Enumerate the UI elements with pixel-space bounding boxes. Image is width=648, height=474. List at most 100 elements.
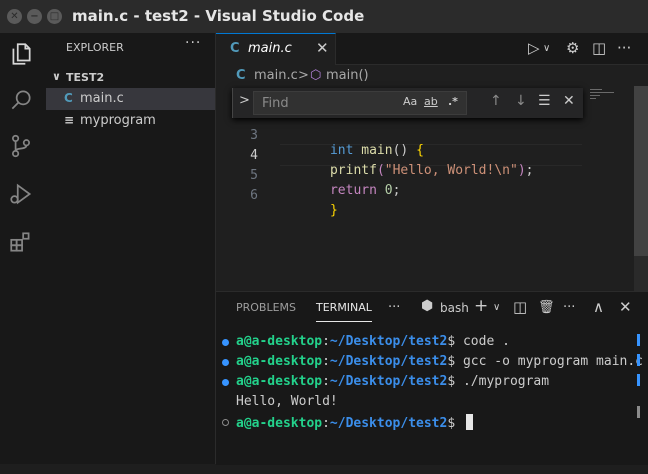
breadcrumb-separator: > [298,68,309,83]
prompt-sign: $ [447,416,463,431]
command-decoration[interactable] [222,339,229,346]
window-maximize-button[interactable]: □ [47,9,62,24]
source-control-icon[interactable] [8,133,38,163]
split-editor-icon[interactable]: ◫ [592,39,606,57]
symbol-method-icon: ⬡ [310,68,322,83]
breadcrumb-file[interactable]: main.c [254,68,298,83]
regex-toggle[interactable]: .* [448,95,458,108]
prompt-path: ~/Desktop/test2 [329,416,448,431]
more-actions-icon[interactable]: ··· [617,39,631,57]
find-close-icon[interactable]: ✕ [563,93,575,109]
terminal-shell-icon: ⬢ [421,298,434,314]
file-label: main.c [80,91,124,106]
prompt-path: ~/Desktop/test2 [329,354,448,369]
terminal-shell-name[interactable]: bash [440,301,469,315]
find-expand-icon[interactable]: > [239,93,250,108]
folder-label: TEST2 [66,71,105,84]
settings-gear-icon[interactable]: ⚙ [566,39,579,57]
editor-scrollbar-thumb[interactable] [634,86,648,256]
command-decoration[interactable] [222,379,229,386]
breadcrumb: C main.c > ⬡ main() [216,66,648,86]
find-input[interactable] [260,94,394,112]
next-match-icon[interactable]: ↓ [515,93,527,109]
search-icon[interactable] [8,87,38,117]
trash-icon[interactable]: 🗑 [538,300,555,315]
window-minimize-button[interactable]: − [27,9,42,24]
match-case-toggle[interactable]: Aa [403,95,417,108]
file-label: myprogram [80,113,156,128]
prompt-user: a@a-desktop [236,416,323,431]
terminal-output[interactable]: a@a-desktop:~/Desktop/test2$ code . a@a-… [222,334,643,439]
explorer-header: EXPLORER [66,41,124,54]
terminal-dropdown-icon[interactable]: ∨ [493,302,500,313]
terminal-scroll-marker [637,406,640,418]
maximize-panel-icon[interactable]: ∧ [593,298,604,316]
explorer-more-button[interactable]: ··· [185,35,201,51]
terminal-line: a@a-desktop:~/Desktop/test2$ [222,414,473,434]
prompt-user: a@a-desktop [236,354,323,369]
terminal-line: a@a-desktop:~/Desktop/test2$ code . [222,334,510,354]
token: 0 [384,183,393,198]
tab-terminal[interactable]: TERMINAL [316,301,372,314]
prompt-colon: : [322,354,330,369]
terminal-line: a@a-desktop:~/Desktop/test2$ gcc -o mypr… [222,354,643,374]
window-title: main.c - test2 - Visual Studio Code [72,7,365,25]
extensions-icon[interactable] [8,229,38,259]
editor-area: C main.c ✕ ▷ ∨ ⚙ ◫ ··· C main.c > ⬡ main… [216,33,648,291]
file-myprogram[interactable]: ≡ myprogram [46,110,215,132]
terminal-line: Hello, World! [222,394,338,414]
run-dropdown-icon[interactable]: ∨ [543,43,550,54]
split-terminal-icon[interactable]: ◫ [513,298,527,316]
line-number: 3 [250,128,258,143]
bottom-panel: PROBLEMS TERMINAL ··· ⬢ bash + ∨ ◫ 🗑 ···… [216,291,648,465]
prompt-colon: : [322,334,330,349]
text-file-icon: ≡ [64,113,75,127]
prompt-user: a@a-desktop [236,334,323,349]
activity-bar [0,33,47,464]
minimap[interactable] [590,86,632,106]
terminal-cursor [465,414,473,430]
tab-main-c[interactable]: C main.c ✕ [216,33,336,65]
command-text: code . [462,334,510,349]
whole-word-toggle[interactable]: ab [424,95,438,108]
close-panel-icon[interactable]: ✕ [619,298,632,316]
explorer-icon[interactable] [8,41,38,71]
token: ) [517,163,526,178]
tab-problems[interactable]: PROBLEMS [236,301,296,314]
prompt-user: a@a-desktop [236,374,323,389]
terminal-scroll-marker [637,374,640,386]
panel-more-icon[interactable]: ··· [388,300,400,315]
prompt-colon: : [322,374,330,389]
command-decoration[interactable] [222,419,229,426]
file-main-c[interactable]: C main.c [46,88,215,110]
code-line-6[interactable]: } [283,188,338,233]
command-decoration[interactable] [222,359,229,366]
token: return [329,183,385,198]
line-number: 6 [250,188,258,203]
c-file-icon: C [236,68,246,83]
run-icon[interactable]: ▷ [528,39,540,57]
new-terminal-icon[interactable]: + [474,296,488,316]
line-number: 4 [250,148,258,163]
tab-close-icon[interactable]: ✕ [316,39,329,57]
token: ; [525,163,534,178]
command-text: ./myprogram [462,374,550,389]
previous-match-icon[interactable]: ↑ [490,93,502,109]
title-bar: ✕ − □ main.c - test2 - Visual Studio Cod… [0,0,648,34]
find-in-selection-icon[interactable]: ☰ [538,93,551,109]
token: "Hello, World!\n" [384,163,518,178]
terminal-scroll-marker [637,334,640,346]
folder-test2[interactable]: ∨ TEST2 [46,68,215,88]
active-tab-indicator [316,321,372,322]
command-text: gcc -o myprogram main.c [462,354,643,369]
tab-label: main.c [248,41,292,56]
prompt-colon: : [322,416,330,431]
find-input-box: Aa ab .* [253,91,467,115]
explorer-sidebar: EXPLORER ··· ∨ TEST2 C main.c ≡ myprogra… [46,33,216,464]
panel-more2-icon[interactable]: ··· [563,300,575,315]
c-file-icon: C [64,91,73,105]
editor-tab-bar: C main.c ✕ ▷ ∨ ⚙ ◫ ··· [216,33,648,65]
run-debug-icon[interactable] [8,181,38,211]
breadcrumb-symbol[interactable]: main() [326,68,369,83]
window-close-button[interactable]: ✕ [7,9,22,24]
